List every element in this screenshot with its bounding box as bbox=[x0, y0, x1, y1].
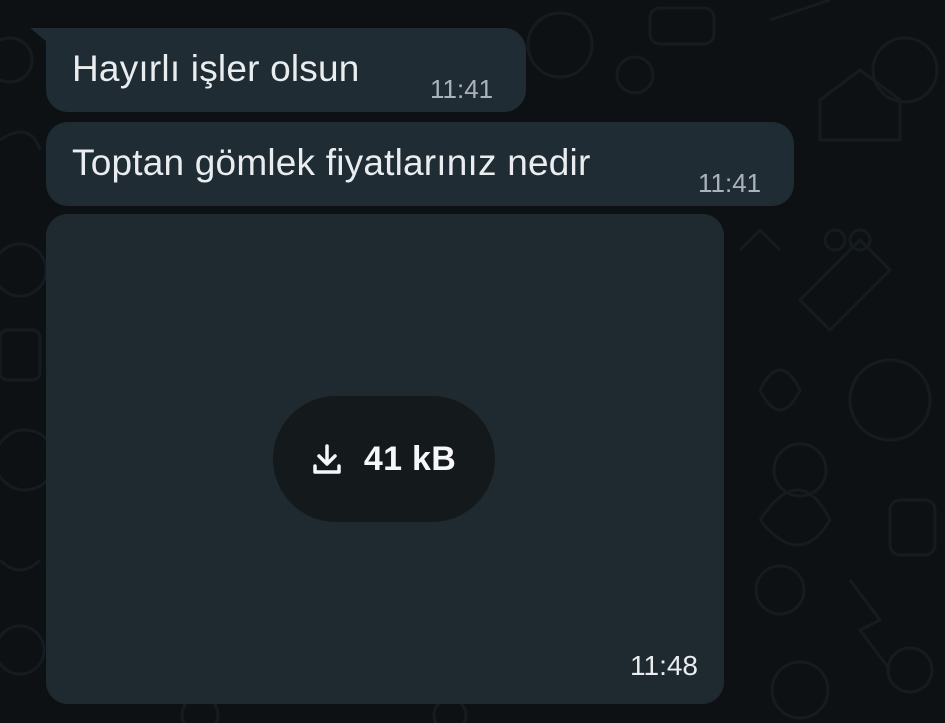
chat-area[interactable]: Hayırlı işler olsun 11:41 Toptan gömlek … bbox=[0, 0, 945, 723]
message-text: Hayırlı işler olsun bbox=[72, 48, 360, 89]
message-time: 11:41 bbox=[698, 168, 762, 198]
image-message-bubble[interactable]: 41 kB 11:48 bbox=[46, 214, 724, 704]
download-icon bbox=[312, 443, 342, 475]
message-time: 11:41 bbox=[430, 74, 494, 104]
message-bubble[interactable]: Toptan gömlek fiyatlarınız nedir 11:41 bbox=[46, 122, 794, 206]
download-button[interactable]: 41 kB bbox=[273, 396, 495, 522]
download-size-label: 41 kB bbox=[363, 439, 457, 478]
message-bubble[interactable]: Hayırlı işler olsun 11:41 bbox=[46, 28, 526, 112]
message-time: 11:48 bbox=[630, 650, 698, 681]
message-text: Toptan gömlek fiyatlarınız nedir bbox=[72, 142, 591, 183]
